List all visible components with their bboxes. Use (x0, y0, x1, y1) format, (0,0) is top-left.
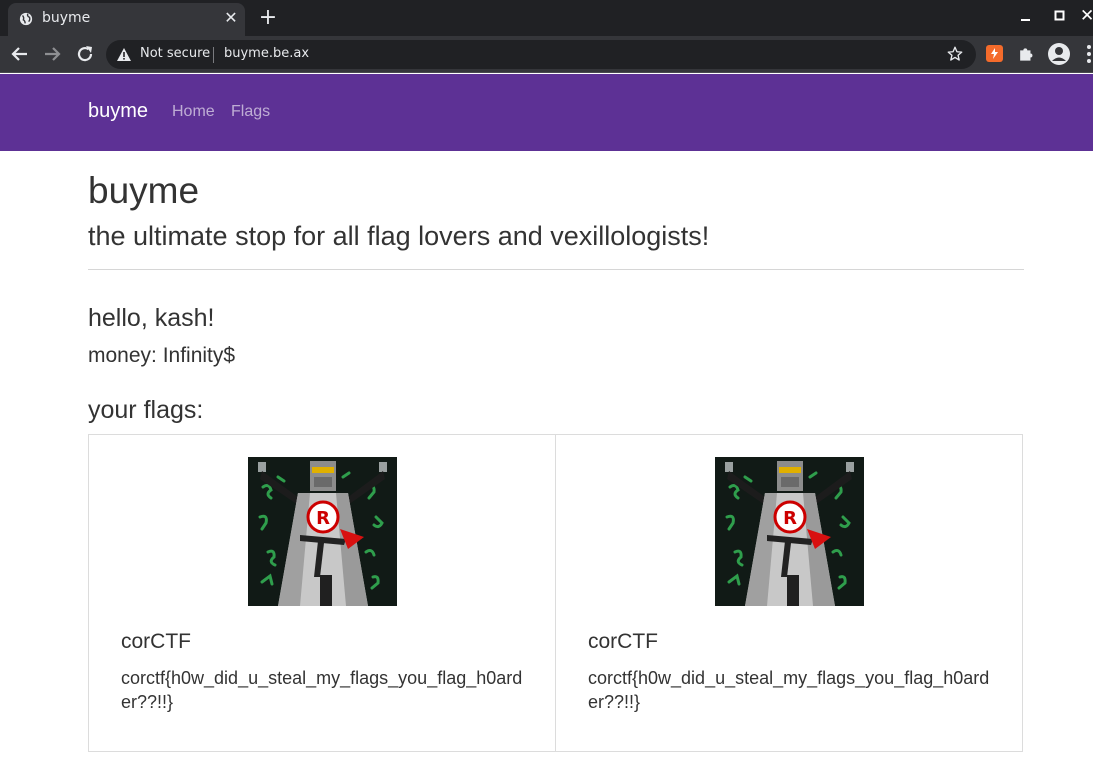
navbar-brand[interactable]: buyme (88, 100, 148, 123)
svg-text:R: R (316, 508, 330, 529)
reload-icon[interactable] (73, 42, 97, 66)
forward-icon[interactable] (40, 42, 64, 66)
nav-link-flags[interactable]: Flags (231, 103, 270, 121)
browser-tabstrip: buyme ✕ + ✕ (0, 0, 1093, 36)
extension-icon[interactable] (986, 45, 1003, 62)
browser-tab[interactable]: buyme ✕ (8, 3, 245, 36)
bookmark-star-icon[interactable] (946, 45, 964, 63)
svg-text:R: R (783, 508, 797, 529)
user-greeting: hello, kash! (88, 304, 215, 332)
extensions-puzzle-icon[interactable] (1017, 44, 1036, 63)
browser-toolbar: Not secure buyme.be.ax (0, 36, 1093, 73)
close-tab-icon[interactable]: ✕ (222, 9, 240, 27)
flags-heading: your flags: (88, 396, 204, 424)
globe-icon (19, 12, 33, 26)
flag-card-content: corctf{h0w_did_u_steal_my_flags_you_flag… (588, 668, 990, 712)
page-title: buyme (88, 170, 200, 211)
omnibox-divider (213, 47, 214, 63)
window-close-icon[interactable]: ✕ (1080, 6, 1093, 26)
page-subtitle: the ultimate stop for all flag lovers an… (88, 221, 710, 251)
back-icon[interactable] (8, 42, 32, 66)
tab-title: buyme (42, 10, 91, 26)
profile-avatar-icon[interactable] (1047, 42, 1071, 66)
nav-link-home[interactable]: Home (172, 103, 215, 121)
flag-card-title: corCTF (588, 630, 658, 653)
flag-card-content: corctf{h0w_did_u_steal_my_flags_you_flag… (121, 668, 523, 712)
url-text[interactable]: buyme.be.ax (224, 46, 309, 61)
site-navbar: buyme Home Flags (0, 74, 1093, 151)
new-tab-button[interactable]: + (256, 6, 280, 30)
flag-image: R (248, 457, 397, 606)
warning-icon[interactable] (116, 47, 132, 62)
flag-card: R corCTF corctf{h0w_did_u_steal_my_flags… (88, 434, 556, 752)
minimize-icon[interactable] (1018, 8, 1034, 24)
security-label[interactable]: Not secure (140, 46, 210, 61)
flag-card: R corCTF corctf{h0w_did_u_steal_my_flags… (555, 434, 1023, 752)
flag-image: R (715, 457, 864, 606)
menu-kebab-icon[interactable] (1086, 44, 1092, 64)
flag-card-title: corCTF (121, 630, 191, 653)
header-divider (88, 269, 1024, 270)
address-bar[interactable]: Not secure buyme.be.ax (106, 40, 976, 69)
maximize-icon[interactable] (1052, 8, 1068, 24)
user-money: money: Infinity$ (88, 344, 236, 367)
